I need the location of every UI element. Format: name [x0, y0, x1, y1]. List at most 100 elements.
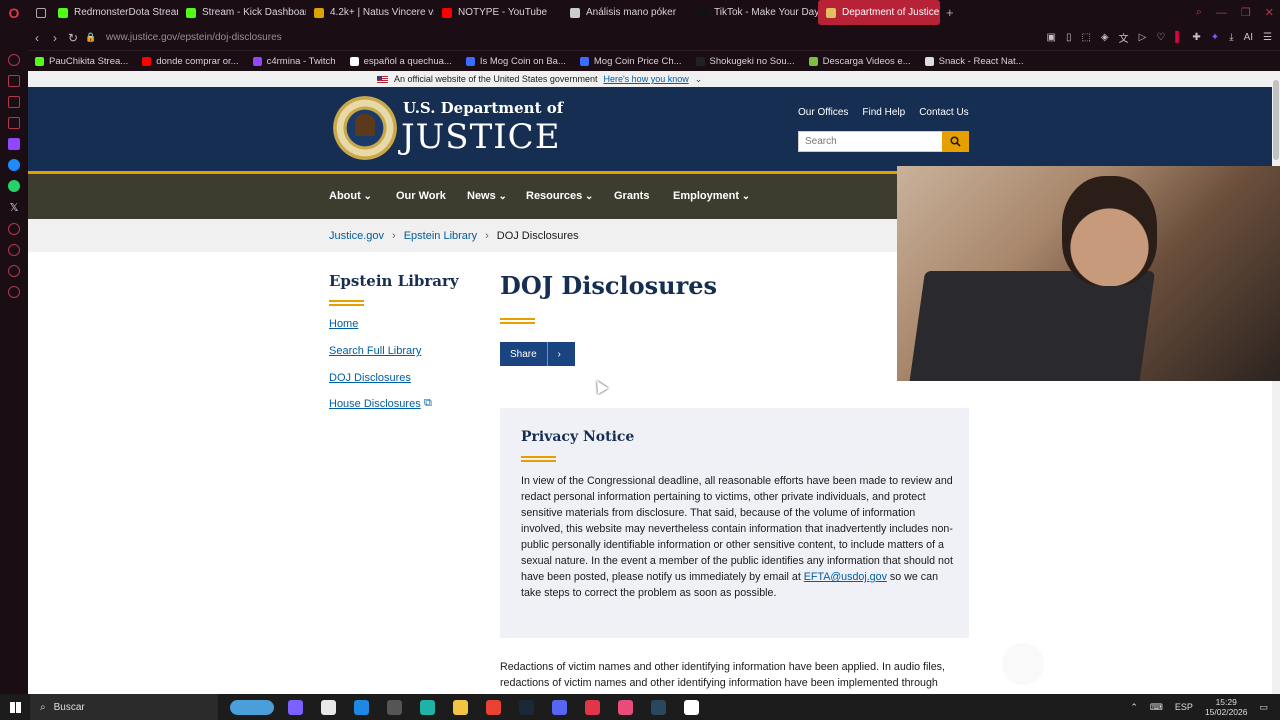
- utility-link[interactable]: Find Help: [862, 107, 905, 118]
- search-tabs-icon[interactable]: ⌕: [1196, 6, 1202, 19]
- extension-blue-icon[interactable]: ✦: [1211, 32, 1219, 43]
- url-field[interactable]: www.justice.gov/epstein/doj-disclosures: [106, 32, 282, 43]
- clock-icon[interactable]: [8, 244, 20, 256]
- forward-icon[interactable]: ›: [46, 31, 64, 45]
- opera-icon[interactable]: [576, 694, 609, 720]
- extension-icon[interactable]: ▌: [1175, 32, 1182, 43]
- browser-tab[interactable]: 4.2k+ | Natus Vincere vs T: [306, 0, 434, 25]
- share-button[interactable]: Share ›: [500, 342, 575, 366]
- notifications-icon[interactable]: ▭: [1259, 702, 1268, 713]
- pinboard-icon[interactable]: [8, 265, 20, 277]
- breadcrumb-epstein-library[interactable]: Epstein Library: [404, 230, 477, 242]
- ai-button[interactable]: AI: [1244, 32, 1253, 43]
- back-icon[interactable]: ‹: [28, 31, 46, 45]
- bookmark-item[interactable]: Snack - React Nat...: [918, 56, 1031, 67]
- utility-link[interactable]: Our Offices: [798, 107, 848, 118]
- maximize-icon[interactable]: ❐: [1241, 6, 1251, 19]
- bookmark-item[interactable]: Descarga Videos e...: [802, 56, 918, 67]
- explorer-icon[interactable]: [444, 694, 477, 720]
- nav-item[interactable]: Resources ⌄: [526, 190, 593, 202]
- sidebar-item-search-full-library[interactable]: Search Full Library: [329, 345, 421, 357]
- search-input[interactable]: Search: [798, 131, 943, 152]
- browser-tab[interactable]: Stream - Kick Dashboard: [178, 0, 306, 25]
- x-icon[interactable]: 𝕏: [10, 201, 19, 214]
- player-icon[interactable]: [8, 96, 20, 108]
- bookmark-item[interactable]: c4rmina - Twitch: [246, 56, 343, 67]
- nav-item[interactable]: Employment ⌄: [673, 190, 750, 202]
- sidebar-toggle-icon[interactable]: ▣: [1046, 32, 1055, 43]
- vscode-icon[interactable]: [345, 694, 378, 720]
- breadcrumb-justice[interactable]: Justice.gov: [329, 230, 384, 242]
- adblock-icon[interactable]: ◈: [1101, 32, 1109, 43]
- scrollbar-thumb[interactable]: [1273, 80, 1279, 160]
- sidebar-item-doj-disclosures[interactable]: DOJ Disclosures: [329, 372, 411, 384]
- nav-item[interactable]: Our Work: [396, 190, 446, 202]
- bookmark-item[interactable]: Shokugeki no Sou...: [689, 56, 802, 67]
- browser-tab[interactable]: RedmonsterDota Stream: [50, 0, 178, 25]
- copilot-icon[interactable]: [279, 694, 312, 720]
- nav-item[interactable]: News ⌄: [467, 190, 507, 202]
- clock[interactable]: 15:29 15/02/2026: [1205, 697, 1248, 717]
- sidebar-item-home[interactable]: Home: [329, 318, 358, 330]
- steam2-icon[interactable]: [642, 694, 675, 720]
- search-button[interactable]: [942, 131, 969, 152]
- speed-dial-icon[interactable]: [8, 75, 20, 87]
- tab-workspaces[interactable]: [28, 0, 50, 25]
- heres-how-you-know-link[interactable]: Here's how you know: [603, 74, 688, 84]
- steam-icon[interactable]: [510, 694, 543, 720]
- opera-gx-icon[interactable]: [609, 694, 642, 720]
- play-icon[interactable]: ▷: [1139, 32, 1147, 43]
- dolphin-widget-icon[interactable]: [224, 694, 279, 720]
- language-indicator[interactable]: ESP: [1175, 702, 1193, 712]
- bookmark-icon[interactable]: ▯: [1066, 32, 1072, 43]
- page-scrollbar[interactable]: [1272, 71, 1280, 694]
- page-title-divider: [500, 318, 535, 320]
- nav-item[interactable]: Grants: [614, 190, 649, 202]
- close-window-icon[interactable]: ✕: [1265, 6, 1274, 19]
- efta-email-link[interactable]: EFTA@usdoj.gov: [804, 571, 887, 583]
- app-icon[interactable]: [378, 694, 411, 720]
- back-to-top-button[interactable]: [1002, 643, 1044, 685]
- utility-link[interactable]: Contact Us: [919, 107, 968, 118]
- translate-icon[interactable]: 文: [1119, 30, 1129, 45]
- menu-icon[interactable]: ☰: [1263, 32, 1272, 43]
- nav-item[interactable]: About ⌄: [329, 190, 372, 202]
- ticket-icon[interactable]: [8, 117, 20, 129]
- whatsapp-icon[interactable]: [8, 180, 20, 192]
- bookmark-item[interactable]: PauChikita Strea...: [28, 56, 135, 67]
- bookmark-item[interactable]: Mog Coin Price Ch...: [573, 56, 689, 67]
- browser-tab[interactable]: TikTok - Make Your Day: [690, 0, 818, 25]
- screenshot-icon[interactable]: ⬚: [1081, 32, 1090, 43]
- browser-tab[interactable]: Department of Justice | D: [818, 0, 940, 25]
- dept-name-big[interactable]: JUSTICE: [401, 117, 561, 157]
- keyboard-icon[interactable]: ⌨: [1150, 702, 1163, 713]
- sidebar-item-house-disclosures[interactable]: House Disclosures: [329, 398, 421, 410]
- browser-tab[interactable]: NOTYPE - YouTube: [434, 0, 562, 25]
- download-icon[interactable]: ⤓: [1229, 32, 1233, 43]
- twitch-icon[interactable]: [8, 138, 20, 150]
- chrome-icon[interactable]: [477, 694, 510, 720]
- new-tab-button[interactable]: +: [940, 5, 960, 20]
- settings-icon[interactable]: [8, 286, 20, 298]
- bookmark-item[interactable]: Is Mog Coin on Ba...: [459, 56, 573, 67]
- heart-icon[interactable]: ♡: [1156, 32, 1165, 43]
- taskbar-search[interactable]: ⌕ Buscar: [30, 694, 218, 720]
- messenger-icon[interactable]: [8, 159, 20, 171]
- puzzle-icon[interactable]: ✚: [1192, 32, 1200, 43]
- opera-logo-icon[interactable]: O: [0, 0, 28, 25]
- history-icon[interactable]: [8, 223, 20, 235]
- reload-icon[interactable]: ↻: [64, 31, 82, 45]
- store-icon[interactable]: [312, 694, 345, 720]
- obs-icon[interactable]: [675, 694, 708, 720]
- dept-name-top[interactable]: U.S. Department of: [403, 99, 563, 117]
- bookmark-item[interactable]: donde comprar or...: [135, 56, 245, 67]
- discord-icon[interactable]: [543, 694, 576, 720]
- edge-icon[interactable]: [411, 694, 444, 720]
- aria-icon[interactable]: [8, 54, 20, 66]
- chevron-up-icon[interactable]: ⌃: [1130, 702, 1138, 713]
- bookmark-item[interactable]: español a quechua...: [343, 56, 459, 67]
- doj-seal-logo[interactable]: [333, 96, 397, 160]
- windows-start-icon[interactable]: [0, 694, 30, 720]
- minimize-icon[interactable]: —: [1216, 7, 1227, 19]
- browser-tab[interactable]: Análisis mano póker: [562, 0, 690, 25]
